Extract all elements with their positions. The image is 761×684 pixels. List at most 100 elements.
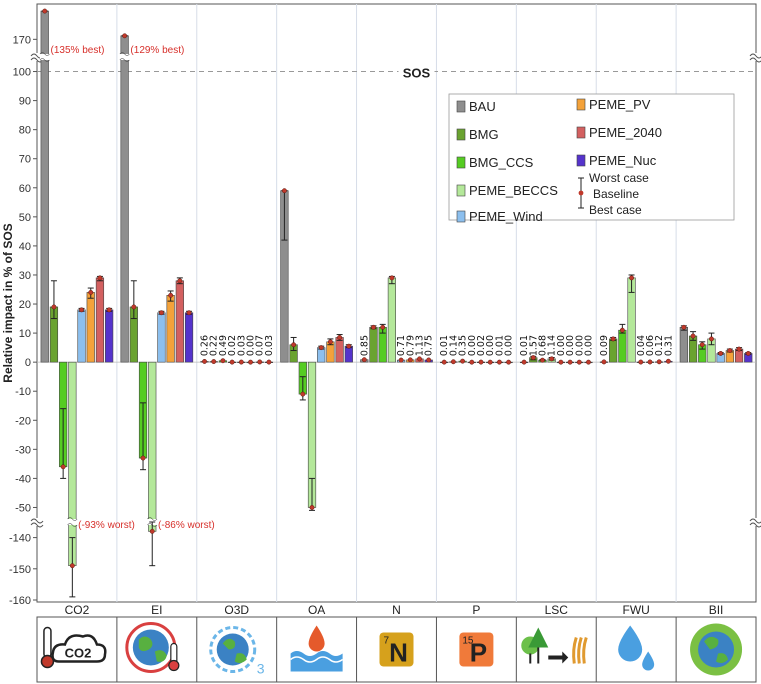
category-label: CO2 (65, 603, 90, 617)
y-tick-label: 50 (19, 212, 31, 224)
baseline-dot (380, 324, 386, 330)
y-tick-label: 10 (19, 328, 31, 340)
bar-BAU-EI (120, 35, 129, 363)
y-tick-label: 0 (25, 357, 31, 369)
bar-PEME_2040-EI (175, 280, 184, 363)
baseline-dot (586, 359, 591, 365)
legend-item: BMG_CCS (469, 155, 534, 170)
y-tick-label: -30 (15, 444, 31, 456)
baseline-dot (629, 275, 635, 281)
legend-swatch (456, 128, 466, 141)
ozone-globe-icon: 3 (209, 626, 265, 677)
globe-thermometer-icon (125, 622, 180, 673)
bar-PEME_Wind-CO2 (77, 309, 86, 363)
baseline-dot (681, 324, 687, 330)
baseline-dot (460, 358, 466, 364)
baseline-dot (309, 505, 315, 510)
baseline-dot (549, 356, 555, 362)
bar-PEME_Nuc-CO2 (105, 309, 114, 363)
ocean-drop-icon (290, 625, 344, 672)
baseline-dot (229, 359, 235, 365)
value-label: 0.31 (663, 335, 674, 356)
baseline-dot (690, 333, 696, 339)
baseline-dot (576, 359, 582, 365)
y-tick-label: -140 (9, 533, 31, 545)
x-axis: CO2 EI O3D OA N P LSC FWU BII (65, 603, 724, 617)
category-label: FWU (623, 603, 650, 617)
crop-stalk (582, 637, 588, 664)
bar-PEME_Nuc-EI (184, 312, 194, 363)
drop (308, 625, 325, 652)
big-drop (618, 625, 643, 662)
baseline-dot (158, 310, 164, 316)
value-label: 0.75 (424, 335, 435, 356)
baseline-dot (619, 327, 625, 333)
baseline-dot (238, 359, 244, 365)
baseline-dot (478, 359, 484, 365)
legend-item: PEME_2040 (589, 125, 662, 140)
baseline-dot (131, 304, 137, 310)
y-tick-label: -50 (15, 502, 31, 514)
y-tick-label: -40 (15, 473, 31, 485)
y-axis-label: Relative impact in % of SOS (1, 223, 15, 382)
baseline-dot (647, 359, 653, 365)
legend-item: BMG (469, 127, 499, 142)
baseline-dot (88, 289, 94, 295)
baseline-dot (266, 359, 272, 365)
category-label: OA (308, 603, 325, 617)
baseline-dot (487, 359, 493, 365)
bar-PEME_BECCS-EI (148, 361, 157, 532)
category-label: P (472, 603, 480, 617)
biodiversity-globe-icon (690, 623, 743, 676)
y-tick-label: -20 (15, 415, 31, 427)
legend: BAU PEME_PV BMG PEME_2040 BMG_CCS PEME_Nuc PEM… (448, 93, 735, 224)
legend-item: PEME_Nuc (589, 153, 657, 168)
baseline-dot (371, 324, 376, 330)
y-tick-label: 80 (19, 125, 31, 137)
y-tick-label: -10 (15, 386, 31, 398)
legend-item: BAU (469, 99, 496, 114)
legend-swatch (456, 100, 466, 113)
value-label: 0.00 (583, 335, 594, 356)
baseline-dot (389, 275, 395, 281)
baseline-dot (168, 292, 174, 298)
y-tick-label: 100 (13, 67, 31, 79)
baseline-dot (718, 350, 724, 356)
small-drop (642, 651, 655, 671)
baseline-dot (248, 359, 253, 365)
crop-stalk (572, 637, 578, 664)
baseline-dot (177, 278, 183, 284)
baseline-dot (601, 359, 607, 365)
bar-PEME_2040-CO2 (95, 277, 105, 363)
bar-break-gap (39, 54, 50, 60)
bar-BMG_CCS-FWU (618, 329, 627, 363)
ozone-subscript: 3 (257, 661, 265, 677)
baseline-dot (567, 359, 573, 365)
baseline-dot (281, 188, 287, 194)
baseline-dot (736, 346, 742, 352)
legend-swatch (576, 126, 586, 139)
bar-PEME_PV-CO2 (86, 292, 95, 363)
land-trees-crops-icon (521, 627, 588, 664)
baseline-dot (337, 335, 343, 340)
baseline-dot (149, 528, 155, 534)
annotation-label: (-93% worst) (78, 520, 135, 531)
baseline-dot (361, 357, 367, 363)
baseline-dot (699, 342, 705, 348)
legend-item: PEME_BECCS (469, 183, 558, 198)
category-label: N (392, 603, 401, 617)
element-symbol: P (470, 638, 487, 668)
baseline-dot (318, 345, 324, 351)
nitrogen-tile-icon: 7N (379, 632, 414, 668)
baseline-dot (496, 359, 502, 365)
legend-swatch (456, 210, 466, 223)
baseline-dot (610, 336, 616, 342)
bar-break-gap (119, 54, 130, 60)
baseline-dot (186, 310, 192, 316)
bar-PEME_BECCS-N (387, 277, 397, 363)
thermometer-bulb (168, 659, 180, 672)
element-symbol: N (389, 638, 408, 668)
value-label: 0.00 (504, 335, 515, 356)
icon-row: CO2 3 7 N 15P (40, 622, 743, 677)
value-label: 0.03 (264, 335, 275, 356)
